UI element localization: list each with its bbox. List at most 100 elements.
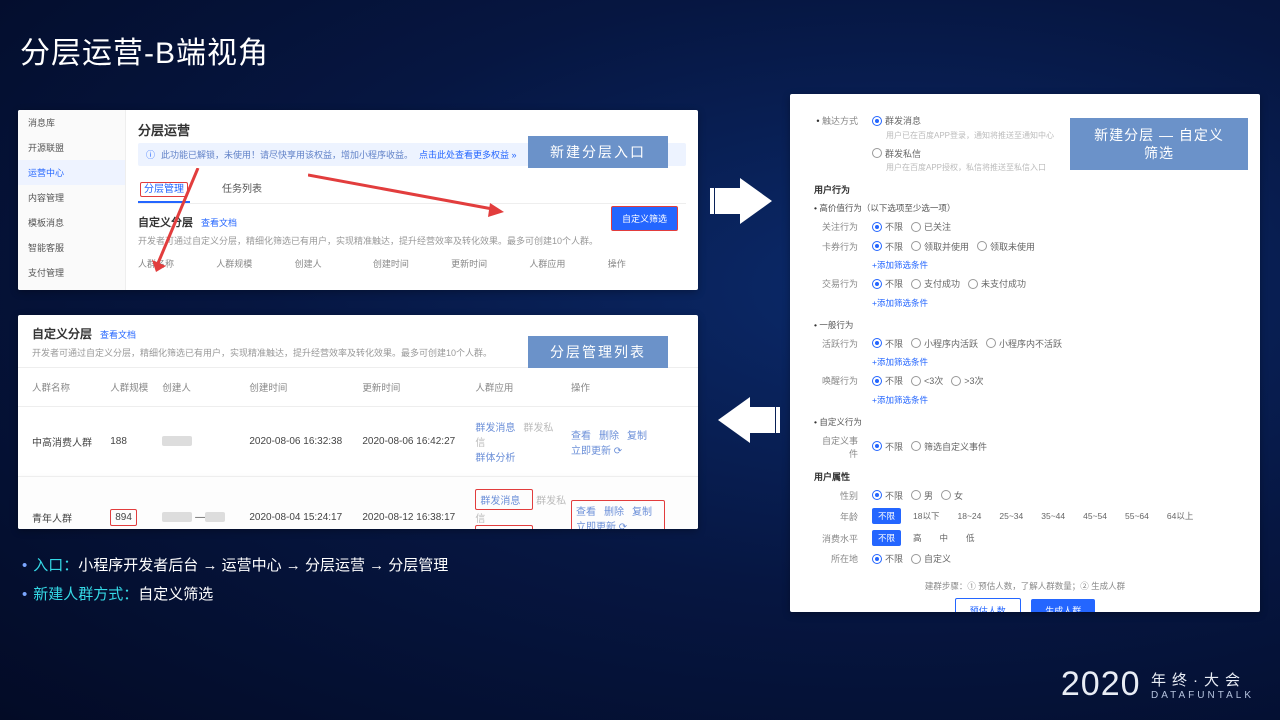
op-delete[interactable]: 删除: [604, 507, 624, 518]
radio-option[interactable]: 不限: [872, 240, 903, 253]
chip-option[interactable]: 25~34: [993, 509, 1029, 523]
new-custom-filter-button[interactable]: 自定义筛选: [611, 206, 678, 231]
app-group-analysis[interactable]: 群体分析: [475, 453, 515, 464]
sidebar-item-selected[interactable]: 运营中心: [18, 160, 125, 185]
bullet-item: •新建人群方式：自定义筛选: [22, 581, 448, 610]
footer-tip: 建群步骤：① 预估人数，了解人群数量；② 生成人群: [814, 580, 1236, 592]
radio-option[interactable]: 不限: [872, 489, 903, 502]
cell-ops: 查看删除复制 立即更新 ⟳: [571, 427, 684, 457]
annotation-arrow: [148, 168, 208, 278]
flow-arrow-left: [710, 395, 780, 445]
radio-option[interactable]: 领取并使用: [911, 240, 969, 253]
radio-option[interactable]: 小程序内活跃: [911, 337, 978, 350]
chip-option[interactable]: 不限: [872, 508, 901, 524]
add-condition-link[interactable]: +添加筛选条件: [872, 297, 1236, 309]
filter-row: 消费水平不限高中低: [814, 530, 1236, 546]
radio-option[interactable]: 男: [911, 489, 933, 502]
radio-option[interactable]: 支付成功: [911, 277, 960, 290]
cell-ops: 查看删除复制 立即更新 ⟳: [571, 500, 684, 530]
field-label: 性别: [814, 489, 862, 502]
notice-link[interactable]: 点击此处查看更多权益 »: [419, 148, 517, 161]
field-label: 唤醒行为: [814, 374, 862, 387]
sidebar-item[interactable]: 智能客服: [18, 235, 125, 260]
field-label: 交易行为: [814, 277, 862, 290]
sidebar-item[interactable]: 消息库: [18, 110, 125, 135]
chip-option[interactable]: 64以上: [1161, 508, 1199, 524]
op-refresh[interactable]: 立即更新 ⟳: [571, 446, 622, 457]
tab-task-list[interactable]: 任务列表: [220, 174, 264, 203]
radio-option[interactable]: 领取未使用: [977, 240, 1035, 253]
sidebar-item[interactable]: 模板消息: [18, 210, 125, 235]
chip-option[interactable]: 18以下: [907, 508, 945, 524]
cell-utime: 2020-08-12 16:38:17: [362, 512, 475, 523]
flow-arrow-right: [710, 176, 780, 226]
chip-option[interactable]: 低: [960, 530, 981, 546]
cell-scale: 894: [110, 509, 162, 526]
cell-creator: [162, 436, 249, 447]
radio-option[interactable]: 自定义: [911, 552, 951, 565]
app-mass-msg[interactable]: 群发消息: [480, 496, 520, 507]
add-condition-link[interactable]: +添加筛选条件: [872, 394, 1236, 406]
op-copy[interactable]: 复制: [632, 507, 652, 518]
field-label: 关注行为: [814, 220, 862, 233]
op-view[interactable]: 查看: [571, 431, 591, 442]
cell-name: 中高消费人群: [32, 434, 110, 449]
radio-option[interactable]: 不限: [872, 337, 903, 350]
radio-option[interactable]: 未支付成功: [968, 277, 1026, 290]
radio-option[interactable]: 不限: [872, 277, 903, 290]
add-condition-link[interactable]: +添加筛选条件: [872, 259, 1236, 271]
cell-scale: 188: [110, 436, 162, 447]
radio-option[interactable]: <3次: [911, 374, 943, 387]
radio-option[interactable]: 女: [941, 489, 963, 502]
subsection-highvalue: 高价值行为（以下选项至少选一项）: [814, 202, 1236, 214]
app-mass-msg[interactable]: 群发消息: [475, 423, 515, 434]
field-label: 活跃行为: [814, 337, 862, 350]
sidebar-item[interactable]: 支付管理: [18, 260, 125, 285]
sidebar-item[interactable]: 开源联盟: [18, 135, 125, 160]
chip-option[interactable]: 55~64: [1119, 509, 1155, 523]
cell-ctime: 2020-08-06 16:32:38: [249, 436, 362, 447]
op-refresh[interactable]: 立即更新 ⟳: [576, 522, 627, 530]
op-copy[interactable]: 复制: [627, 431, 647, 442]
subsection-general: 一般行为: [814, 319, 1236, 331]
radio-mass-msg[interactable]: 群发消息: [872, 114, 921, 127]
chip-option[interactable]: 45~54: [1077, 509, 1113, 523]
chip-option[interactable]: 高: [907, 530, 928, 546]
docs-link[interactable]: 查看文档: [100, 328, 136, 341]
chip-option[interactable]: 35~44: [1035, 509, 1071, 523]
filter-row: 卡券行为不限领取并使用领取未使用: [814, 240, 1236, 254]
op-view[interactable]: 查看: [576, 507, 596, 518]
generate-button[interactable]: 生成人群: [1031, 599, 1095, 613]
filter-row: 性别不限男女: [814, 489, 1236, 503]
radio-option[interactable]: 不限: [872, 552, 903, 565]
radio-option[interactable]: 小程序内不活跃: [986, 337, 1062, 350]
add-condition-link[interactable]: +添加筛选条件: [872, 356, 1236, 368]
cell-ctime: 2020-08-04 15:24:17: [249, 512, 362, 523]
radio-mass-dm[interactable]: 群发私信: [872, 147, 921, 160]
table-row: 中高消费人群 188 2020-08-06 16:32:38 2020-08-0…: [18, 406, 698, 476]
radio-option[interactable]: 已关注: [911, 220, 951, 233]
field-label: 触达方式: [814, 114, 862, 127]
radio-option[interactable]: 筛选自定义事件: [911, 440, 987, 453]
overlay-label: 分层管理列表: [528, 336, 668, 368]
table-row: 青年人群 894 — 2020-08-04 15:24:17 2020-08-1…: [18, 476, 698, 529]
radio-option[interactable]: 不限: [872, 220, 903, 233]
chip-option[interactable]: 18~24: [951, 509, 987, 523]
radio-option[interactable]: >3次: [951, 374, 983, 387]
filter-row: 关注行为不限已关注: [814, 220, 1236, 234]
chip-option[interactable]: 不限: [872, 530, 901, 546]
filter-row: 自定义事件不限筛选自定义事件: [814, 434, 1236, 460]
radio-desc: 用户在百度APP授权，私信将推送至私信入口: [886, 162, 1054, 173]
section-behavior: 用户行为: [814, 183, 1236, 196]
radio-option[interactable]: 不限: [872, 374, 903, 387]
sidebar-item[interactable]: 内容管理: [18, 185, 125, 210]
sidebar-item[interactable]: 分层运营: [18, 285, 125, 290]
op-delete[interactable]: 删除: [599, 431, 619, 442]
list-title: 自定义分层: [32, 325, 92, 342]
overlay-label: 新建分层入口: [528, 136, 668, 168]
estimate-button[interactable]: 预估人数: [955, 598, 1021, 613]
annotation-arrow: [308, 165, 508, 225]
chip-option[interactable]: 中: [934, 530, 955, 546]
sidebar: 消息库 开源联盟 运营中心 内容管理 模板消息 智能客服 支付管理 分层运营: [18, 110, 126, 290]
radio-option[interactable]: 不限: [872, 440, 903, 453]
